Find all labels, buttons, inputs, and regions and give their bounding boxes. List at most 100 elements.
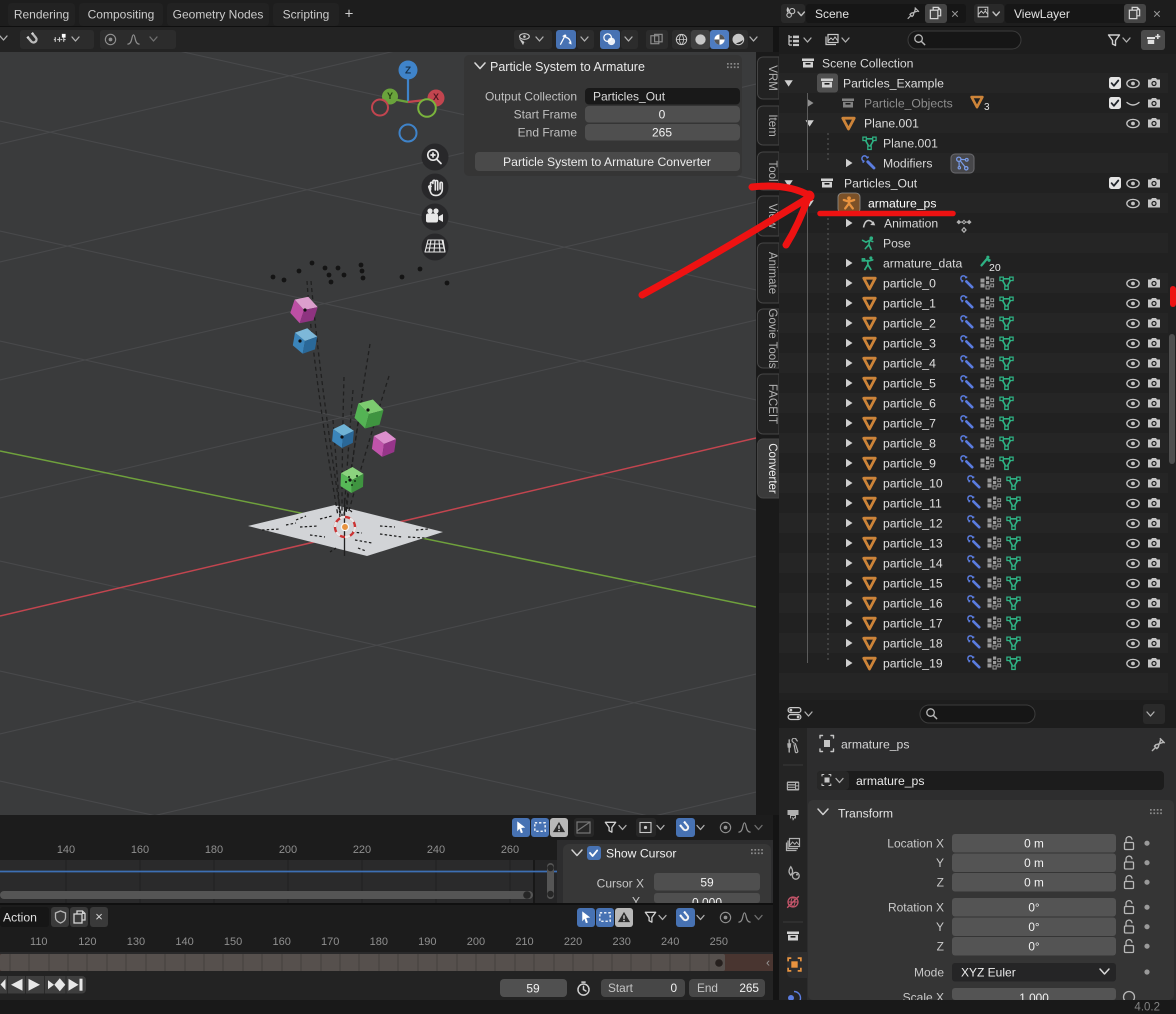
svg-text:particle_0: particle_0: [883, 276, 936, 290]
svg-text:particle_12: particle_12: [883, 516, 943, 530]
svg-text:200: 200: [467, 936, 485, 948]
svg-text:particle_6: particle_6: [883, 396, 936, 410]
svg-text:0°: 0°: [1028, 900, 1040, 914]
svg-text:×: ×: [95, 909, 103, 924]
svg-text:4.0.2: 4.0.2: [1134, 1002, 1160, 1014]
svg-text:Animation: Animation: [884, 216, 938, 230]
svg-text:180: 180: [205, 844, 223, 856]
svg-text:Compositing: Compositing: [88, 7, 155, 21]
svg-text:260: 260: [501, 844, 519, 856]
svg-text:Transform: Transform: [838, 806, 893, 820]
svg-text:Rotation X: Rotation X: [888, 901, 944, 915]
svg-text:0 m: 0 m: [1024, 875, 1044, 889]
svg-text:ViewLayer: ViewLayer: [1014, 7, 1070, 21]
svg-text:130: 130: [127, 936, 145, 948]
svg-text:180: 180: [370, 936, 388, 948]
svg-text:0 m: 0 m: [1024, 856, 1044, 870]
svg-text:Start: Start: [608, 981, 634, 995]
svg-text:particle_11: particle_11: [883, 496, 942, 510]
svg-text:armature_ps: armature_ps: [856, 774, 924, 788]
svg-text:particle_5: particle_5: [883, 376, 936, 390]
svg-text:Particles_Example: Particles_Example: [843, 76, 944, 90]
svg-text:×: ×: [951, 6, 959, 22]
svg-text:End: End: [697, 981, 718, 995]
svg-text:Animate: Animate: [766, 252, 778, 294]
svg-text:210: 210: [515, 936, 533, 948]
svg-text:Modifiers: Modifiers: [883, 156, 932, 170]
svg-text:Particle System to Armature Co: Particle System to Armature Converter: [503, 155, 711, 169]
svg-text:220: 220: [353, 844, 371, 856]
svg-text:140: 140: [175, 936, 193, 948]
svg-text:Output Collection: Output Collection: [485, 89, 577, 103]
svg-text:Item: Item: [766, 114, 778, 136]
svg-text:0: 0: [659, 107, 666, 121]
svg-text:particle_19: particle_19: [883, 656, 943, 670]
svg-text:150: 150: [224, 936, 242, 948]
svg-text:+: +: [345, 5, 354, 22]
svg-text:×: ×: [1153, 6, 1161, 22]
svg-text:particle_15: particle_15: [883, 576, 943, 590]
svg-text:Z: Z: [405, 66, 411, 77]
svg-text:armature_ps: armature_ps: [868, 196, 936, 210]
svg-text:Pose: Pose: [883, 236, 911, 250]
svg-text:Particles_Out: Particles_Out: [593, 89, 666, 103]
svg-text:Converter: Converter: [766, 443, 778, 494]
svg-text:particle_13: particle_13: [883, 536, 943, 550]
svg-text:‹: ‹: [766, 955, 770, 969]
svg-text:Particle_Objects: Particle_Objects: [864, 96, 953, 110]
svg-text:particle_17: particle_17: [883, 616, 943, 630]
svg-text:3: 3: [984, 102, 990, 113]
svg-text:Start Frame: Start Frame: [514, 107, 578, 121]
svg-text:Govie Tools: Govie Tools: [766, 309, 778, 369]
svg-text:230: 230: [612, 936, 630, 948]
svg-text:Z: Z: [937, 876, 944, 890]
svg-text:armature_ps: armature_ps: [841, 737, 909, 751]
svg-text:Tool: Tool: [766, 160, 778, 181]
svg-text:X: X: [433, 92, 439, 102]
svg-text:250: 250: [710, 936, 728, 948]
svg-text:particle_1: particle_1: [883, 296, 936, 310]
svg-text:Mode: Mode: [914, 965, 944, 979]
svg-text:Rendering: Rendering: [14, 7, 69, 21]
svg-text:Scripting: Scripting: [283, 7, 330, 21]
svg-text:particle_4: particle_4: [883, 356, 936, 370]
svg-text:120: 120: [78, 936, 96, 948]
svg-text:Show Cursor: Show Cursor: [606, 846, 676, 860]
svg-text:Plane.001: Plane.001: [883, 136, 938, 150]
svg-text:particle_7: particle_7: [883, 416, 936, 430]
svg-text:160: 160: [131, 844, 149, 856]
svg-text:170: 170: [321, 936, 339, 948]
svg-text:190: 190: [418, 936, 436, 948]
svg-text:Scene: Scene: [815, 7, 849, 21]
svg-text:Cursor X: Cursor X: [597, 876, 644, 890]
svg-text:0°: 0°: [1028, 939, 1040, 953]
svg-text:particle_3: particle_3: [883, 336, 936, 350]
svg-text:240: 240: [661, 936, 679, 948]
svg-text:Action: Action: [3, 910, 37, 924]
svg-text:0°: 0°: [1028, 920, 1040, 934]
svg-text:particle_16: particle_16: [883, 596, 943, 610]
svg-text:armature_data: armature_data: [883, 256, 962, 270]
svg-text:Particle System to Armature: Particle System to Armature: [490, 60, 645, 74]
svg-text:Y: Y: [387, 91, 393, 101]
svg-text:Geometry Nodes: Geometry Nodes: [173, 7, 264, 21]
svg-text:End Frame: End Frame: [518, 125, 578, 139]
svg-text:VRM: VRM: [766, 65, 778, 91]
svg-text:XYZ Euler: XYZ Euler: [961, 965, 1016, 979]
svg-text:240: 240: [427, 844, 445, 856]
svg-text:Y: Y: [936, 856, 944, 870]
svg-text:particle_14: particle_14: [883, 556, 943, 570]
svg-text:0: 0: [670, 981, 677, 995]
svg-text:particle_2: particle_2: [883, 316, 936, 330]
svg-text:particle_10: particle_10: [883, 476, 943, 490]
svg-text:59: 59: [526, 981, 540, 995]
svg-text:59: 59: [700, 875, 714, 889]
svg-text:FACEIT: FACEIT: [766, 384, 778, 424]
svg-text:140: 140: [57, 844, 75, 856]
svg-text:200: 200: [279, 844, 297, 856]
svg-text:Location X: Location X: [887, 837, 944, 851]
svg-text:0 m: 0 m: [1024, 836, 1044, 850]
svg-text:Scene Collection: Scene Collection: [822, 56, 913, 70]
svg-text:particle_18: particle_18: [883, 636, 943, 650]
svg-text:265: 265: [739, 981, 759, 995]
